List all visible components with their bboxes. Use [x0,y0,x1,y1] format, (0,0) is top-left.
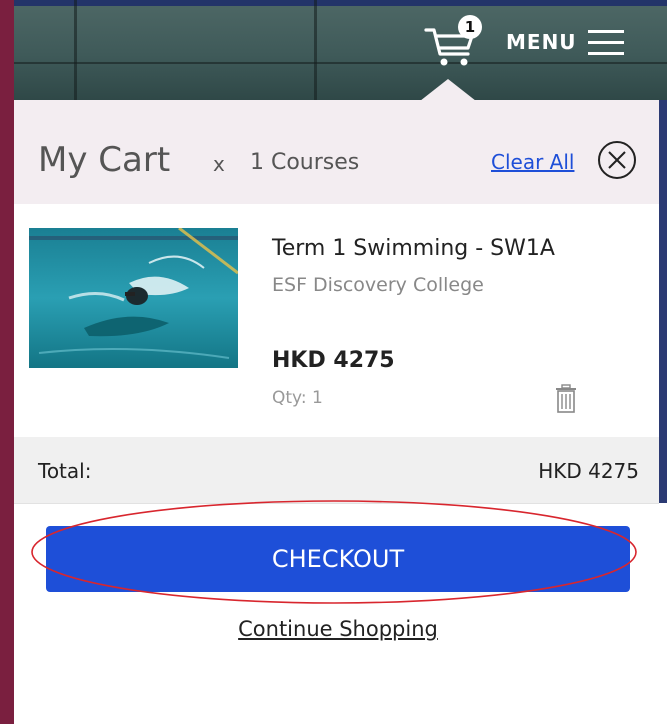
cart-course-count: 1 Courses [250,150,360,175]
trash-icon[interactable] [554,384,578,414]
total-label: Total: [38,459,92,483]
dropdown-caret [420,79,476,101]
course-price: HKD 4275 [272,348,395,373]
close-circle-icon [598,141,636,179]
cart-header: My Cart x 1 Courses Clear All [14,100,659,204]
left-edge-strip [0,0,14,724]
tile-line [74,0,77,100]
total-bar: Total: HKD 4275 [14,437,659,504]
tile-line [314,0,317,100]
cart-multiplier: x [213,152,225,176]
course-thumbnail [29,228,238,368]
total-value: HKD 4275 [538,459,639,483]
checkout-button[interactable]: CHECKOUT [46,526,630,592]
course-quantity: Qty: 1 [272,388,323,408]
hamburger-menu-icon[interactable] [588,28,624,58]
header-top-band [14,0,667,6]
cart-dropdown-panel: My Cart x 1 Courses Clear All Term 1 Swi… [14,100,667,724]
continue-shopping-link[interactable]: Continue Shopping [14,617,662,641]
course-name[interactable]: Term 1 Swimming - SW1A [272,236,555,261]
menu-label[interactable]: MENU [506,30,577,54]
cart-count-badge: 1 [458,15,482,39]
tile-line [14,62,667,64]
cart-title: My Cart [38,140,171,180]
course-school: ESF Discovery College [272,274,484,296]
clear-all-link[interactable]: Clear All [491,150,574,174]
panel-right-edge [659,100,667,503]
close-cart-button[interactable] [596,139,638,181]
